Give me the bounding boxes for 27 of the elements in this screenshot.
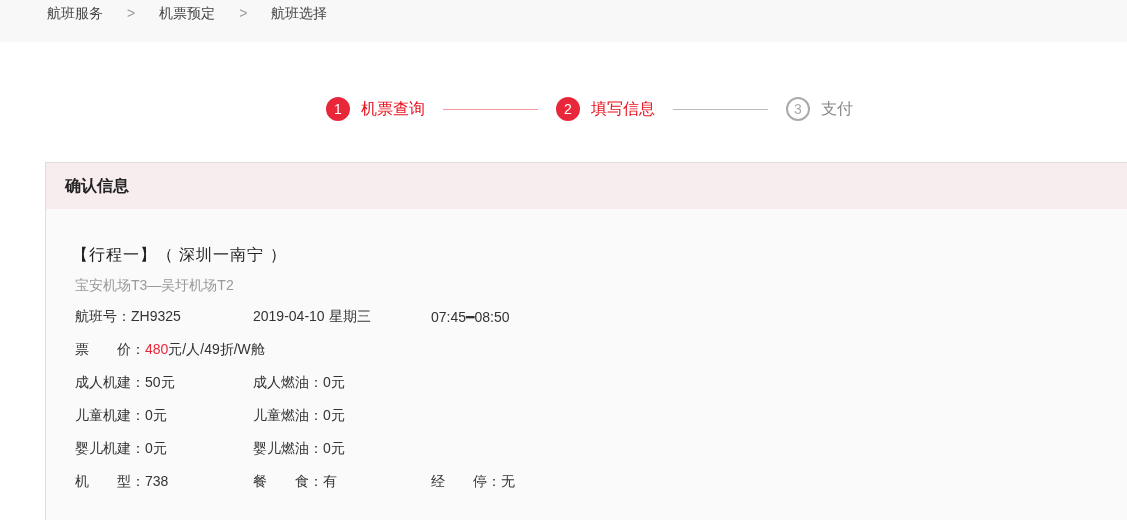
step-label: 支付 [821, 98, 853, 119]
airport-route: 宝安机场T3—吴圩机场T2 [75, 277, 235, 295]
step-label: 机票查询 [361, 98, 425, 119]
breadcrumb-separator: > [239, 5, 248, 21]
breadcrumb-link[interactable]: 航班选择 [271, 5, 328, 23]
fee-info: 儿童燃油：0元 [253, 406, 346, 425]
fee-info: 机 型：738 [75, 472, 170, 491]
step-label: 填写信息 [591, 98, 655, 119]
breadcrumb-link[interactable]: 航班服务 [47, 5, 103, 23]
step-number: 2 [556, 97, 580, 121]
fee-info: 婴儿机建：0元 [75, 439, 168, 458]
fee-info: 餐 食：有 [253, 472, 338, 491]
fee-info: 经 停：无 [431, 472, 516, 491]
flight-info: 2019-04-10 星期三 [253, 307, 372, 326]
fee-info: 成人机建：50元 [75, 373, 176, 392]
ticket-price: 票 价：480元/人/49折/W舱 [75, 340, 265, 359]
card-title: 确认信息 [65, 175, 129, 196]
flight-info: 航班号：ZH9325 [75, 307, 182, 326]
flight-info: 07:45━08:50 [431, 308, 511, 325]
fee-info: 婴儿燃油：0元 [253, 439, 346, 458]
fee-info: 成人燃油：0元 [253, 373, 346, 392]
trip-title: 【行程一】（ 深圳一南宁 ） [72, 245, 288, 265]
step-number: 1 [326, 97, 350, 121]
fee-info: 儿童机建：0元 [75, 406, 168, 425]
step-number: 3 [786, 97, 810, 121]
breadcrumb-separator: > [127, 5, 136, 21]
breadcrumb-link[interactable]: 机票预定 [159, 5, 216, 23]
